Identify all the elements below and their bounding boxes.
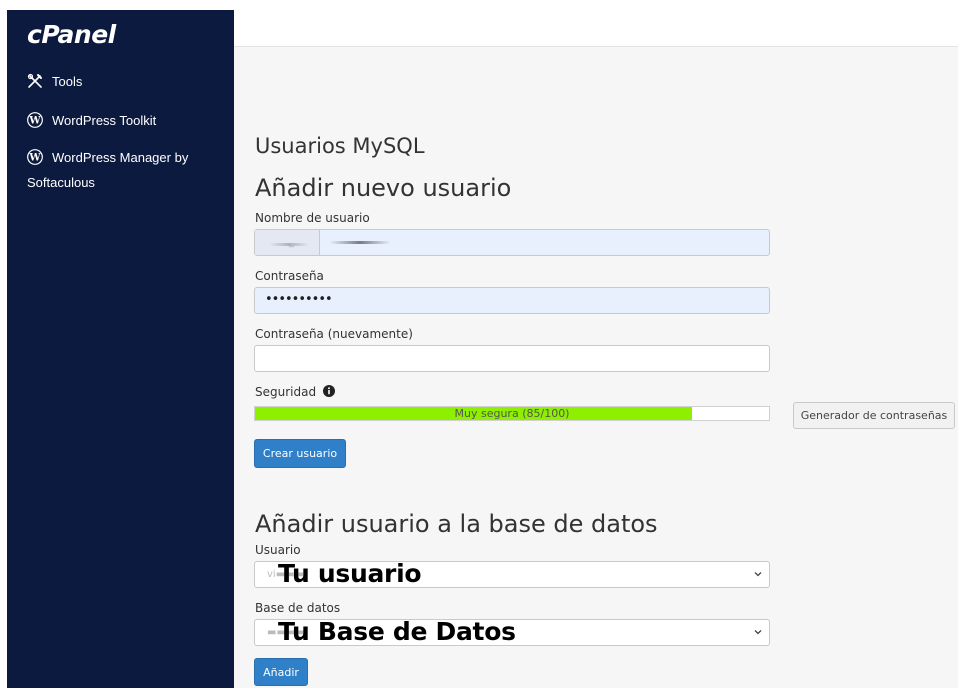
create-user-button[interactable]: Crear usuario	[254, 439, 346, 468]
top-bar	[234, 10, 958, 47]
database-overlay-text: Tu Base de Datos	[278, 617, 516, 646]
svg-text:W: W	[28, 153, 41, 164]
password-value: ••••••••••	[265, 292, 333, 307]
user-select-label: Usuario	[255, 543, 301, 557]
blurred-username	[329, 241, 391, 244]
password-again-field[interactable]	[254, 345, 770, 372]
user-overlay-text: Tu usuario	[278, 559, 422, 588]
chevron-down-icon	[753, 568, 763, 578]
tools-icon	[27, 73, 43, 89]
password-generator-button[interactable]: Generador de contraseñas	[793, 402, 955, 429]
wordpress-icon: W	[27, 149, 43, 165]
sidebar-item-wordpress-toolkit[interactable]: W WordPress Toolkit	[27, 112, 156, 128]
page-title: Usuarios MySQL	[255, 134, 425, 158]
strength-text: Muy segura (85/100)	[454, 407, 570, 420]
username-label: Nombre de usuario	[255, 211, 370, 225]
blurred-prefix	[269, 243, 309, 246]
sidebar-item-tools[interactable]: Tools	[27, 73, 82, 89]
sidebar-item-label: WordPress Manager by	[52, 149, 189, 165]
sidebar: cPanel Tools W WordPress Toolkit W WordP…	[7, 10, 234, 688]
sidebar-item-wordpress-manager[interactable]: W WordPress Manager by	[27, 149, 188, 165]
chevron-down-icon	[753, 626, 763, 636]
svg-text:W: W	[28, 116, 41, 127]
security-label: Seguridad	[255, 385, 335, 399]
sidebar-item-label: Tools	[52, 73, 83, 89]
add-button[interactable]: Añadir	[254, 658, 308, 686]
database-select-label: Base de datos	[255, 601, 341, 615]
add-user-heading: Añadir nuevo usuario	[255, 174, 512, 202]
username-field[interactable]: _	[254, 229, 770, 256]
password-strength-meter: Muy segura (85/100)	[254, 406, 770, 421]
sidebar-item-label-cont[interactable]: Softaculous	[27, 175, 95, 190]
password-field[interactable]: ••••••••••	[254, 287, 770, 314]
info-icon[interactable]	[322, 385, 335, 397]
cpanel-logo[interactable]: cPanel	[27, 20, 116, 49]
wordpress-icon: W	[27, 112, 43, 128]
password-again-label: Contraseña (nuevamente)	[255, 327, 413, 341]
sidebar-item-label: WordPress Toolkit	[52, 112, 157, 128]
add-to-db-heading: Añadir usuario a la base de datos	[255, 510, 658, 538]
password-label: Contraseña	[255, 269, 324, 283]
